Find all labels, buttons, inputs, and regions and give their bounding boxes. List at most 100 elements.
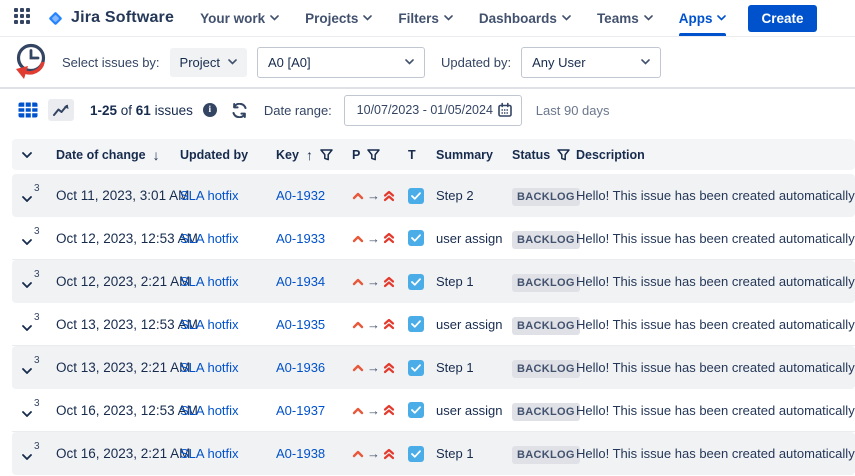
header-priority[interactable]: P bbox=[352, 148, 408, 162]
priority-highest-icon bbox=[383, 190, 395, 202]
date-range-input[interactable]: 10/07/2023 - 01/05/2024 bbox=[344, 95, 522, 126]
description-cell: Hello! This issue has been created autom… bbox=[576, 274, 855, 289]
summary-cell: Step 1 bbox=[436, 274, 512, 289]
table-row: 3 Oct 11, 2023, 3:01 AM SLA hotfix A0-19… bbox=[12, 174, 855, 217]
status-badge: BACKLOG bbox=[512, 188, 580, 206]
filter-funnel-icon[interactable] bbox=[367, 149, 380, 161]
calendar-icon[interactable] bbox=[497, 102, 513, 118]
grid-view-icon[interactable] bbox=[18, 102, 38, 118]
nav-item-your-work[interactable]: Your work bbox=[200, 0, 279, 36]
nav-item-dashboards[interactable]: Dashboards bbox=[479, 0, 571, 36]
issues-table: Date of change ↓ Updated by Key ↑ P T Su… bbox=[0, 139, 855, 475]
task-type-icon bbox=[408, 188, 424, 204]
select-by-dropdown[interactable]: Project bbox=[170, 48, 247, 77]
updated-by-link[interactable]: SLA hotfix bbox=[180, 274, 239, 289]
create-button[interactable]: Create bbox=[748, 5, 816, 32]
header-updated-by[interactable]: Updated by bbox=[180, 148, 276, 162]
date-of-change: Oct 13, 2023, 2:21 AM bbox=[56, 360, 180, 375]
expand-count: 3 bbox=[34, 312, 40, 323]
nav-item-filters[interactable]: Filters bbox=[398, 0, 453, 36]
app-switcher-icon[interactable] bbox=[14, 8, 34, 28]
row-expander[interactable]: 3 bbox=[12, 232, 56, 245]
updated-by-dropdown[interactable]: Any User bbox=[521, 47, 661, 78]
description-cell: Hello! This issue has been created autom… bbox=[576, 188, 855, 203]
date-of-change: Oct 11, 2023, 3:01 AM bbox=[56, 188, 180, 203]
table-row: 3 Oct 16, 2023, 2:21 AM SLA hotfix A0-19… bbox=[12, 432, 855, 475]
row-expander[interactable]: 3 bbox=[12, 318, 56, 331]
updated-by-link[interactable]: SLA hotfix bbox=[180, 360, 239, 375]
priority-high-icon bbox=[352, 191, 364, 200]
date-of-change: Oct 16, 2023, 2:21 AM bbox=[56, 446, 180, 461]
priority-highest-icon bbox=[383, 232, 395, 244]
nav-item-teams[interactable]: Teams bbox=[597, 0, 653, 36]
updated-by-link[interactable]: SLA hotfix bbox=[180, 317, 239, 332]
jira-logo[interactable]: Jira Software bbox=[46, 9, 174, 28]
summary-cell: Step 1 bbox=[436, 446, 512, 461]
issue-key-link[interactable]: A0-1934 bbox=[276, 274, 325, 289]
header-date-of-change[interactable]: Date of change ↓ bbox=[56, 147, 180, 163]
updated-by-label: Updated by: bbox=[441, 55, 511, 70]
sort-desc-icon[interactable]: ↓ bbox=[153, 147, 160, 163]
expand-count: 3 bbox=[34, 398, 40, 409]
select-issues-by-label: Select issues by: bbox=[62, 55, 160, 70]
header-status[interactable]: Status bbox=[512, 148, 576, 162]
sort-asc-icon[interactable]: ↑ bbox=[306, 147, 313, 163]
row-expander[interactable]: 3 bbox=[12, 404, 56, 417]
chevron-down-icon bbox=[405, 59, 414, 65]
refresh-icon[interactable] bbox=[231, 103, 248, 118]
arrow-right-icon: → bbox=[367, 274, 380, 289]
chevron-down-icon bbox=[444, 15, 453, 21]
summary-cell: user assign bbox=[436, 231, 512, 246]
top-navigation: Jira Software Your work Projects Filters… bbox=[0, 0, 855, 37]
row-expander[interactable]: 3 bbox=[12, 447, 56, 460]
updated-by-link[interactable]: SLA hotfix bbox=[180, 446, 239, 461]
chart-view-icon[interactable] bbox=[48, 99, 74, 121]
filter-funnel-icon[interactable] bbox=[320, 149, 333, 161]
header-key[interactable]: Key ↑ bbox=[276, 147, 352, 163]
project-dropdown[interactable]: A0 [A0] bbox=[257, 47, 425, 78]
updated-by-link[interactable]: SLA hotfix bbox=[180, 403, 239, 418]
nav-item-projects[interactable]: Projects bbox=[305, 0, 372, 36]
issue-key-link[interactable]: A0-1933 bbox=[276, 231, 325, 246]
issue-key-link[interactable]: A0-1938 bbox=[276, 446, 325, 461]
nav-item-apps[interactable]: Apps bbox=[679, 0, 727, 36]
priority-high-icon bbox=[352, 320, 364, 329]
table-row: 3 Oct 13, 2023, 12:53 AM SLA hotfix A0-1… bbox=[12, 303, 855, 346]
updated-by-link[interactable]: SLA hotfix bbox=[180, 188, 239, 203]
issue-key-link[interactable]: A0-1935 bbox=[276, 317, 325, 332]
header-expander[interactable] bbox=[12, 152, 56, 158]
jira-diamond-icon bbox=[46, 9, 65, 28]
priority-highest-icon bbox=[383, 362, 395, 374]
expand-count: 3 bbox=[34, 226, 40, 237]
info-icon[interactable]: i bbox=[203, 103, 217, 117]
logo-text: Jira Software bbox=[71, 9, 174, 27]
priority-highest-icon bbox=[383, 448, 395, 460]
status-badge: BACKLOG bbox=[512, 317, 580, 335]
priority-change: → bbox=[352, 317, 408, 332]
chevron-down-icon bbox=[363, 15, 372, 21]
priority-highest-icon bbox=[383, 276, 395, 288]
issue-key-link[interactable]: A0-1937 bbox=[276, 403, 325, 418]
updated-by-link[interactable]: SLA hotfix bbox=[180, 231, 239, 246]
arrow-right-icon: → bbox=[367, 317, 380, 332]
header-type[interactable]: T bbox=[408, 148, 436, 162]
issue-key-link[interactable]: A0-1936 bbox=[276, 360, 325, 375]
issue-key-link[interactable]: A0-1932 bbox=[276, 188, 325, 203]
expand-count: 3 bbox=[34, 269, 40, 280]
priority-high-icon bbox=[352, 449, 364, 458]
row-expander[interactable]: 3 bbox=[12, 361, 56, 374]
table-toolbar: 1-25 of 61 issues i Date range: 10/07/20… bbox=[0, 89, 855, 131]
status-badge: BACKLOG bbox=[512, 360, 580, 378]
header-summary[interactable]: Summary bbox=[436, 148, 512, 162]
row-expander[interactable]: 3 bbox=[12, 189, 56, 202]
summary-cell: user assign bbox=[436, 403, 512, 418]
priority-change: → bbox=[352, 446, 408, 461]
row-expander[interactable]: 3 bbox=[12, 275, 56, 288]
description-cell: Hello! This issue has been created autom… bbox=[576, 231, 855, 246]
expand-count: 3 bbox=[34, 183, 40, 194]
status-badge: BACKLOG bbox=[512, 231, 580, 249]
header-description[interactable]: Description bbox=[576, 148, 855, 162]
date-of-change: Oct 13, 2023, 12:53 AM bbox=[56, 317, 180, 332]
date-of-change: Oct 12, 2023, 2:21 AM bbox=[56, 274, 180, 289]
filter-funnel-icon[interactable] bbox=[557, 149, 570, 161]
